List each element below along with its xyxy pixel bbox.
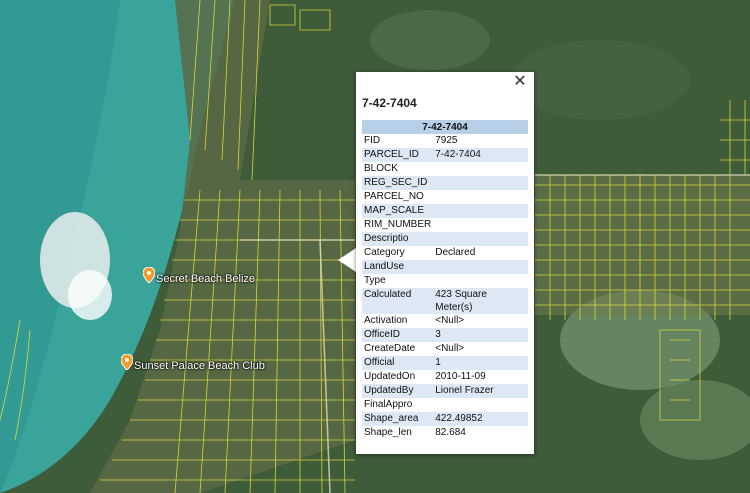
table-row: Type — [362, 274, 528, 288]
attribute-value — [433, 204, 528, 218]
feature-popup: ✕ 7-42-7404 7-42-7404 FID 7925 PARCEL_ID 7-… — [356, 72, 534, 454]
attribute-key: Type — [364, 275, 386, 286]
attribute-key: Activation — [364, 315, 408, 326]
table-row: FinalAppro — [362, 398, 528, 412]
place-label-sunset-palace[interactable]: Sunset Palace Beach Club — [134, 360, 265, 372]
attribute-key: PARCEL_NO — [364, 191, 424, 202]
attribute-key: Shape_area — [362, 412, 434, 426]
table-row: Activation <Null> — [362, 314, 528, 328]
attribute-key: Category — [364, 247, 405, 258]
attribute-value: <Null> — [435, 315, 465, 326]
table-row: REG_SEC_ID — [362, 176, 528, 190]
attribute-value: 82.684 — [435, 427, 466, 438]
table-row: Category Declared — [362, 246, 528, 260]
attribute-value — [433, 218, 528, 232]
table-row: PARCEL_ID 7-42-7404 — [362, 148, 528, 162]
table-row: Official 1 — [362, 356, 528, 370]
attribute-value — [433, 176, 528, 190]
close-icon[interactable]: ✕ — [512, 74, 528, 90]
table-row: Descriptio — [362, 232, 528, 246]
attribute-value: <Null> — [435, 343, 465, 354]
attribute-value: 3 — [433, 328, 528, 342]
table-row: CreateDate <Null> — [362, 342, 528, 356]
attribute-key: LandUse — [362, 260, 434, 274]
table-row: UpdatedBy Lionel Frazer — [362, 384, 528, 398]
attribute-value — [433, 398, 528, 412]
attribute-value: 7925 — [435, 135, 458, 146]
attribute-key: PARCEL_ID — [362, 148, 434, 162]
attribute-value: Declared — [435, 247, 476, 258]
attribute-key: FinalAppro — [364, 399, 413, 410]
attribute-key: UpdatedOn — [364, 371, 416, 382]
attribute-key: Shape_len — [364, 427, 412, 438]
attribute-key: Calculated — [362, 288, 434, 314]
attribute-value — [433, 162, 528, 176]
attribute-value: 7-42-7404 — [433, 148, 528, 162]
attribute-table: 7-42-7404 FID 7925 PARCEL_ID 7-42-7404 BLOCK… — [362, 120, 528, 440]
table-row: PARCEL_NO — [362, 190, 528, 204]
table-row: Shape_area 422.49852 — [362, 412, 528, 426]
attribute-value — [433, 260, 528, 274]
attribute-value — [433, 274, 528, 288]
attribute-key: MAP_SCALE — [362, 204, 434, 218]
attribute-value: 423 Square Meter(s) — [433, 288, 528, 314]
attribute-key: Descriptio — [362, 232, 434, 246]
attribute-key: REG_SEC_ID — [362, 176, 434, 190]
attribute-value: 422.49852 — [433, 412, 528, 426]
table-row: FID 7925 — [362, 134, 528, 148]
attribute-key: OfficeID — [362, 328, 434, 342]
table-row: UpdatedOn 2010-11-09 — [362, 370, 528, 384]
popup-title: 7-42-7404 — [362, 96, 417, 110]
attribute-key: RIM_NUMBER — [364, 219, 432, 230]
table-row: LandUse — [362, 260, 528, 274]
table-row: Calculated 423 Square Meter(s) — [362, 288, 528, 314]
attribute-key: CreateDate — [364, 343, 416, 354]
attribute-value — [433, 232, 528, 246]
table-row: RIM_NUMBER — [362, 218, 528, 232]
attribute-key: UpdatedBy — [362, 384, 434, 398]
popup-pointer — [338, 248, 356, 272]
attribute-key: Official — [362, 356, 434, 370]
place-pin-icon[interactable] — [121, 354, 133, 370]
attribute-value: 1 — [433, 356, 528, 370]
table-row: MAP_SCALE — [362, 204, 528, 218]
attribute-value: 2010-11-09 — [435, 371, 486, 382]
table-row: BLOCK — [362, 162, 528, 176]
table-row: OfficeID 3 — [362, 328, 528, 342]
place-label-secret-beach[interactable]: Secret Beach Belize — [156, 273, 255, 285]
place-pin-icon[interactable] — [143, 267, 155, 283]
attribute-value: Lionel Frazer — [433, 384, 528, 398]
attribute-key: BLOCK — [364, 163, 398, 174]
attribute-key: FID — [364, 135, 381, 146]
table-row: Shape_len 82.684 — [362, 426, 528, 440]
attribute-value — [433, 190, 528, 204]
attribute-table-header: 7-42-7404 — [362, 120, 528, 134]
